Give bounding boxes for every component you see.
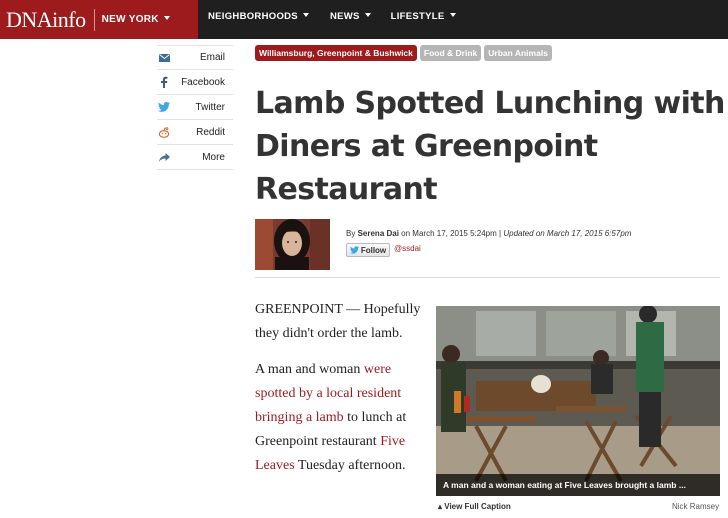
view-full-caption-label: View Full Caption <box>444 502 511 511</box>
share-email-button[interactable]: Email <box>157 45 233 70</box>
nav-neighborhoods-label: NEIGHBORHOODS <box>208 11 298 22</box>
city-selector[interactable]: NEW YORK <box>102 14 170 25</box>
caret-up-icon: ▴ <box>438 502 443 511</box>
main-nav: NEIGHBORHOODS NEWS LIFESTYLE <box>198 0 456 39</box>
twitter-follow-button[interactable]: Follow <box>346 243 390 257</box>
author-photo[interactable] <box>255 219 330 270</box>
publish-date: on March 17, 2015 5:24pm <box>401 229 497 238</box>
share-more-label: More <box>202 151 225 163</box>
twitter-handle-link[interactable]: @ssdai <box>394 244 421 253</box>
share-email-label: Email <box>199 52 225 63</box>
twitter-icon <box>157 100 171 114</box>
chevron-down-icon <box>163 15 170 20</box>
envelope-icon <box>157 51 171 65</box>
chevron-down-icon <box>302 13 309 17</box>
share-reddit-label: Reddit <box>196 126 225 138</box>
p2-text-end: Tuesday afternoon. <box>294 458 406 473</box>
nav-lifestyle-label: LIFESTYLE <box>390 11 445 22</box>
brand-divider <box>93 8 95 31</box>
tag-neighborhood[interactable]: Williamsburg, Greenpoint & Bushwick <box>255 45 417 61</box>
paragraph-1: GREENPOINT — Hopefully they didn't order… <box>255 302 421 341</box>
byline-divider <box>255 277 720 278</box>
dnainfo-logo[interactable]: DNAinfo <box>6 8 86 31</box>
share-sidebar: Email Facebook Twitter Reddit More <box>157 45 233 170</box>
brand-block: DNAinfo NEW YORK <box>0 0 198 39</box>
p2-text-start: A man and woman <box>255 362 364 377</box>
chevron-down-icon <box>364 13 371 17</box>
tag-urban-animals[interactable]: Urban Animals <box>484 45 552 61</box>
twitter-icon <box>349 246 359 254</box>
updated-date: Updated on March 17, 2015 6:57pm <box>503 229 632 238</box>
share-more-button[interactable]: More <box>157 145 233 170</box>
follow-label: Follow <box>360 245 387 255</box>
article-tags: Williamsburg, Greenpoint & Bushwick Food… <box>255 45 552 61</box>
tag-food-drink[interactable]: Food & Drink <box>419 45 482 61</box>
nav-lifestyle[interactable]: LIFESTYLE <box>391 11 456 22</box>
byline: By Serena Dai on March 17, 2015 5:24pm |… <box>346 229 631 238</box>
paragraph-2: A man and woman were spotted by a local … <box>255 358 430 478</box>
article-headline: Lamb Spotted Lunching with Diners at Gre… <box>255 86 725 207</box>
share-twitter-label: Twitter <box>195 101 225 113</box>
facebook-icon <box>157 75 171 89</box>
share-facebook-button[interactable]: Facebook <box>157 70 233 95</box>
lamb-lunch-photo <box>436 306 720 496</box>
photo-credit: Nick Ramsey <box>672 502 720 511</box>
share-reddit-button[interactable]: Reddit <box>157 120 233 145</box>
share-arrow-icon <box>157 150 171 164</box>
nav-neighborhoods[interactable]: NEIGHBORHOODS <box>208 11 309 22</box>
city-label: NEW YORK <box>101 14 159 25</box>
chevron-down-icon <box>449 13 456 17</box>
author-name[interactable]: Serena Dai <box>358 229 399 238</box>
view-full-caption-link[interactable]: ▴ View Full Caption <box>438 502 511 511</box>
top-navigation-bar: DNAinfo NEW YORK NEIGHBORHOODS NEWS LIFE… <box>0 0 728 39</box>
article-body: GREENPOINT — Hopefully they didn't order… <box>255 298 430 490</box>
article-photo[interactable]: A man and a woman eating at Five Leaves … <box>436 306 720 496</box>
photo-caption: A man and a woman eating at Five Leaves … <box>436 474 720 496</box>
byline-separator: | <box>499 229 502 238</box>
reddit-icon <box>157 125 171 139</box>
share-facebook-label: Facebook <box>181 76 225 88</box>
share-twitter-button[interactable]: Twitter <box>157 95 233 120</box>
nav-news-label: NEWS <box>329 11 360 22</box>
nav-news[interactable]: NEWS <box>330 11 371 22</box>
byline-by: By <box>346 229 356 238</box>
